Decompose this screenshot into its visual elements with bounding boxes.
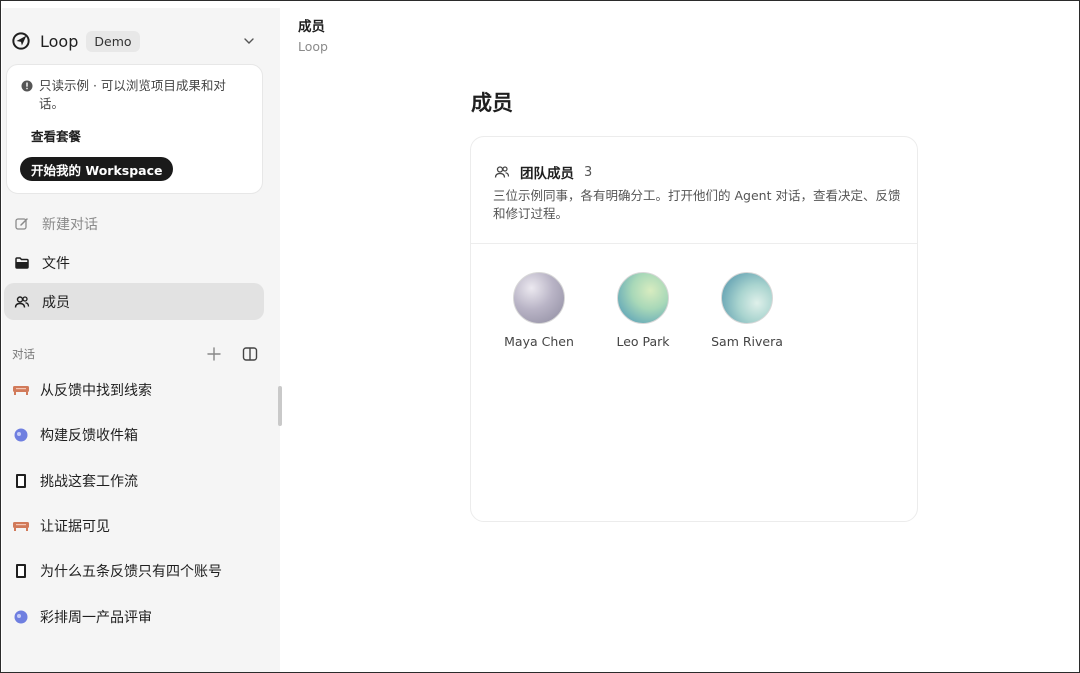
team-members-card: 团队成员 3 三位示例同事，各有明确分工。打开他们的 Agent 对话，查看决定… <box>470 136 918 522</box>
new-chat-label: 新建对话 <box>42 216 98 233</box>
sidebar-item-members[interactable]: 成员 <box>4 283 264 320</box>
team-member-count: 3 <box>584 164 593 180</box>
member-item[interactable]: Leo Park <box>588 272 698 349</box>
start-workspace-button[interactable]: 开始我的 Workspace <box>20 157 174 181</box>
app-window: Loop Demo 只读示例 · 可以浏览项目成果和对话。 查看套餐 开始我的 … <box>0 0 1080 673</box>
doc-icon <box>12 472 30 490</box>
conversation-item[interactable]: 彩排周一产品评审 <box>12 602 262 632</box>
avatar[interactable] <box>513 272 565 324</box>
sidebar-toggle-icon[interactable] <box>242 346 258 362</box>
people-icon <box>14 295 30 308</box>
conversation-item[interactable]: 为什么五条反馈只有四个账号 <box>12 556 262 586</box>
conversation-label: 构建反馈收件箱 <box>40 428 138 444</box>
conversation-item[interactable]: 让证据可见 <box>12 511 262 541</box>
member-name: Maya Chen <box>504 334 574 349</box>
page-title: 成员 <box>471 91 513 115</box>
main-header: 成员 Loop <box>298 15 328 54</box>
member-name: Leo Park <box>616 334 670 349</box>
view-plans-link[interactable]: 查看套餐 <box>31 126 81 145</box>
header-title: 成员 <box>298 19 325 35</box>
conversations-section-header: 对话 <box>12 345 262 363</box>
sofa-icon <box>12 381 30 399</box>
plus-icon[interactable] <box>206 346 222 362</box>
loop-logo-icon <box>12 32 30 50</box>
members-label: 成员 <box>42 294 70 311</box>
demo-notice-card: 只读示例 · 可以浏览项目成果和对话。 查看套餐 开始我的 Workspace <box>6 64 263 194</box>
team-card-header: 团队成员 3 <box>494 162 592 182</box>
avatar[interactable] <box>617 272 669 324</box>
header-subtitle: Loop <box>298 39 328 54</box>
folder-icon <box>15 256 29 269</box>
workspace-switcher[interactable]: Loop Demo <box>12 24 262 58</box>
sofa-icon <box>12 517 30 535</box>
conversation-item[interactable]: 从反馈中找到线索 <box>12 375 262 405</box>
people-icon <box>494 166 510 178</box>
bubble-icon <box>12 426 30 444</box>
team-card-title: 团队成员 <box>520 166 574 182</box>
demo-notice-text: 只读示例 · 可以浏览项目成果和对话。 <box>39 78 226 111</box>
sidebar: Loop Demo 只读示例 · 可以浏览项目成果和对话。 查看套餐 开始我的 … <box>2 8 280 672</box>
avatar[interactable] <box>721 272 773 324</box>
conversation-item[interactable]: 挑战这套工作流 <box>12 466 262 496</box>
member-item[interactable]: Maya Chen <box>484 272 594 349</box>
top-strip <box>1 1 1079 8</box>
workspace-badge: Demo <box>86 30 140 52</box>
edit-icon <box>15 217 28 230</box>
sidebar-item-files[interactable]: 文件 <box>4 244 264 281</box>
workspace-name: Loop <box>40 31 79 51</box>
conversation-label: 彩排周一产品评审 <box>40 610 152 626</box>
new-chat-button[interactable]: 新建对话 <box>4 205 264 242</box>
files-label: 文件 <box>42 255 70 272</box>
team-card-description: 三位示例同事，各有明确分工。打开他们的 Agent 对话，查看决定、反馈和修订过… <box>493 188 901 221</box>
chevron-down-icon <box>244 38 254 44</box>
sidebar-resize-handle[interactable] <box>278 386 282 426</box>
conversation-label: 从反馈中找到线索 <box>40 383 152 399</box>
bubble-icon <box>12 608 30 626</box>
member-item[interactable]: Sam Rivera <box>692 272 802 349</box>
conversation-label: 让证据可见 <box>40 519 110 535</box>
member-name: Sam Rivera <box>711 334 783 349</box>
demo-notice: 只读示例 · 可以浏览项目成果和对话。 <box>21 77 241 113</box>
conversation-label: 挑战这套工作流 <box>40 474 138 490</box>
divider <box>471 243 917 244</box>
conversations-section-label: 对话 <box>12 347 35 361</box>
doc-icon <box>12 562 30 580</box>
conversation-label: 为什么五条反馈只有四个账号 <box>40 564 222 580</box>
conversation-item[interactable]: 构建反馈收件箱 <box>12 420 262 450</box>
info-icon <box>21 80 33 92</box>
